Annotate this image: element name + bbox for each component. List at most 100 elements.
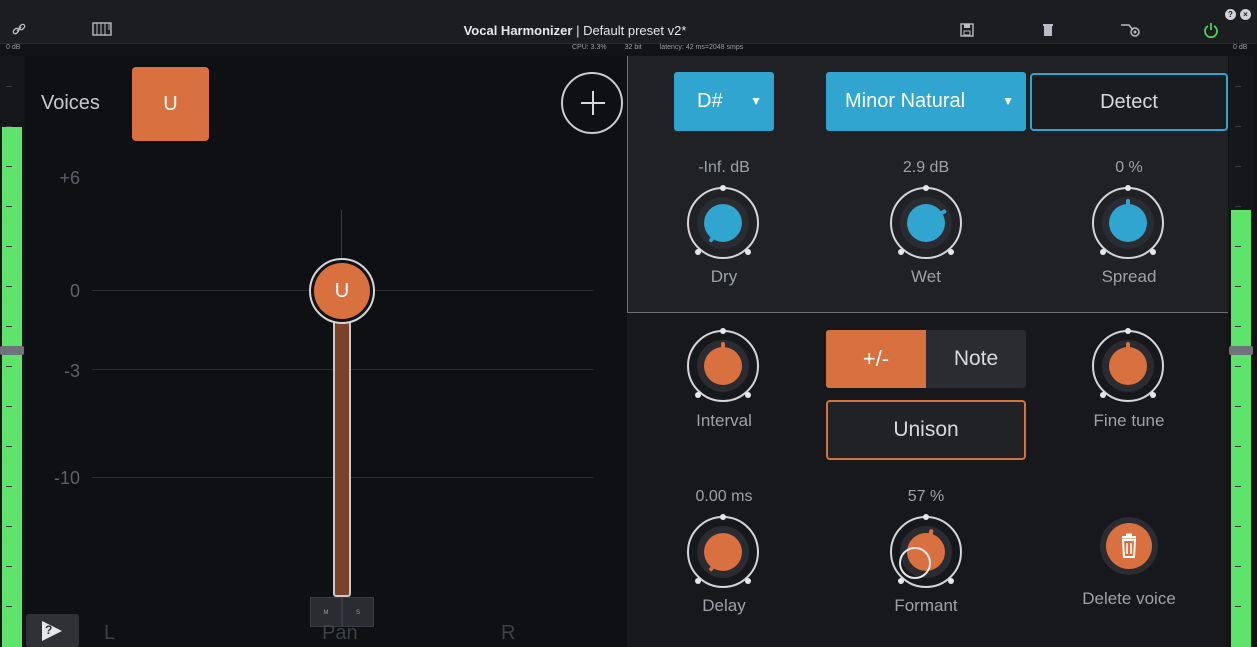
knob-cap xyxy=(907,204,945,242)
meter-tick xyxy=(1235,606,1241,607)
wet-value: 2.9 dB xyxy=(902,159,950,176)
power-icon[interactable] xyxy=(1200,22,1222,40)
voice-u-button[interactable]: U xyxy=(132,67,209,141)
meter-tick xyxy=(6,486,12,487)
knob-dot xyxy=(1100,392,1106,398)
pan-right-label: R xyxy=(501,622,516,644)
spread-value: 0 % xyxy=(1115,159,1143,176)
meter-tick xyxy=(6,326,12,327)
formant-value: 57 % xyxy=(907,488,945,505)
output-level-meter xyxy=(1229,56,1253,647)
dry-value: -Inf. dB xyxy=(698,159,750,176)
detect-button[interactable]: Detect xyxy=(1030,73,1228,131)
dry-label: Dry xyxy=(710,267,738,286)
knob-dot xyxy=(923,185,929,191)
key-value: D# xyxy=(697,90,723,112)
knob-dot xyxy=(1125,328,1131,334)
wet-knob[interactable] xyxy=(890,185,962,259)
knob-dot xyxy=(923,514,929,520)
voices-panel xyxy=(25,56,627,647)
voice-fader-track[interactable] xyxy=(333,305,351,597)
right-meter-db: 0 dB xyxy=(1233,44,1248,51)
left-meter-db: 0 dB xyxy=(6,44,21,51)
pan-left-label: L xyxy=(104,622,116,644)
interval-label: Interval xyxy=(696,411,752,430)
close-window-button[interactable]: × xyxy=(1240,9,1251,20)
fine-tune-knob[interactable] xyxy=(1092,328,1164,402)
delay-knob[interactable] xyxy=(687,514,759,588)
meter-tick xyxy=(1235,86,1241,87)
meter-tick xyxy=(6,126,12,127)
knob-dot xyxy=(720,514,726,520)
interval-knob[interactable] xyxy=(687,328,759,402)
spread-knob[interactable] xyxy=(1092,185,1164,259)
add-voice-button[interactable] xyxy=(561,72,623,134)
meter-tick xyxy=(1235,566,1241,567)
formant-label: Formant xyxy=(894,596,958,615)
meter-tick xyxy=(6,526,12,527)
routing-icon[interactable] xyxy=(1119,22,1141,40)
knob-dot xyxy=(695,392,701,398)
knob-dot xyxy=(720,328,726,334)
pan-label: Pan xyxy=(322,622,358,644)
app-title: Vocal Harmonizer xyxy=(463,23,573,38)
meter-tick xyxy=(6,606,12,607)
help-button[interactable]: ? xyxy=(26,614,79,647)
window-controls: ? × xyxy=(1221,4,1251,22)
dry-knob[interactable] xyxy=(687,185,759,259)
scale-value: Minor Natural xyxy=(845,90,966,112)
status-stats: CPU: 3.3% 32 bit latency: 42 ms=2048 smps xyxy=(572,44,761,51)
knob-pointer xyxy=(1126,342,1130,356)
fine-tune-label: Fine tune xyxy=(1093,411,1165,430)
wet-label: Wet xyxy=(911,267,941,286)
save-icon[interactable] xyxy=(956,22,978,40)
meter-tick xyxy=(6,406,12,407)
chevron-down-icon: ▼ xyxy=(750,94,762,108)
meter-tick xyxy=(1235,366,1241,367)
delete-voice-button[interactable] xyxy=(1100,517,1158,575)
meter-tick xyxy=(6,86,12,87)
help-question-icon: ? xyxy=(45,623,53,637)
knob-dot xyxy=(1100,249,1106,255)
sign-toggle-button[interactable]: +/- xyxy=(826,330,926,388)
output-gain-handle[interactable] xyxy=(1229,346,1253,355)
preset-name[interactable]: Default preset v2* xyxy=(583,23,686,38)
spread-label: Spread xyxy=(1101,267,1157,286)
knob-dot xyxy=(695,578,701,584)
title-separator: | xyxy=(572,23,584,38)
db-scale-0: 0 xyxy=(69,281,80,301)
pan-center-line xyxy=(341,210,342,260)
mouse-cursor-icon xyxy=(899,547,931,579)
knob-dot xyxy=(1150,249,1156,255)
meter-tick xyxy=(6,206,12,207)
db-scale-minus10: -10 xyxy=(53,468,80,488)
top-toolbar: Vocal Harmonizer | Default preset v2* ? × xyxy=(0,0,1257,44)
meter-tick xyxy=(6,446,12,447)
knob-dot xyxy=(948,249,954,255)
cpu-usage: CPU: 3.3% xyxy=(572,44,607,51)
knob-dot xyxy=(1125,185,1131,191)
help-window-button[interactable]: ? xyxy=(1225,9,1236,20)
scale-select[interactable]: Minor Natural ▼ xyxy=(826,72,1026,131)
key-select[interactable]: D# ▼ xyxy=(674,72,774,131)
meter-tick xyxy=(1235,206,1241,207)
meter-tick xyxy=(1235,246,1241,247)
input-gain-handle[interactable] xyxy=(0,346,24,355)
trash-icon xyxy=(1121,533,1137,558)
knob-dot xyxy=(745,392,751,398)
input-level-meter xyxy=(0,56,24,647)
knob-pointer xyxy=(1126,199,1130,213)
voice-fader-knob[interactable]: U xyxy=(309,258,375,324)
meter-tick xyxy=(6,366,12,367)
db-scale-minus3: -3 xyxy=(63,361,80,381)
meter-tick xyxy=(1235,406,1241,407)
meter-tick xyxy=(1235,526,1241,527)
knob-dot xyxy=(745,578,751,584)
meter-tick xyxy=(1235,326,1241,327)
meter-tick xyxy=(1235,166,1241,167)
knob-dot xyxy=(1150,392,1156,398)
interval-display-button[interactable]: Unison xyxy=(826,400,1026,460)
trash-icon[interactable] xyxy=(1037,22,1059,40)
meter-tick xyxy=(6,286,12,287)
note-toggle-button[interactable]: Note xyxy=(926,330,1026,388)
